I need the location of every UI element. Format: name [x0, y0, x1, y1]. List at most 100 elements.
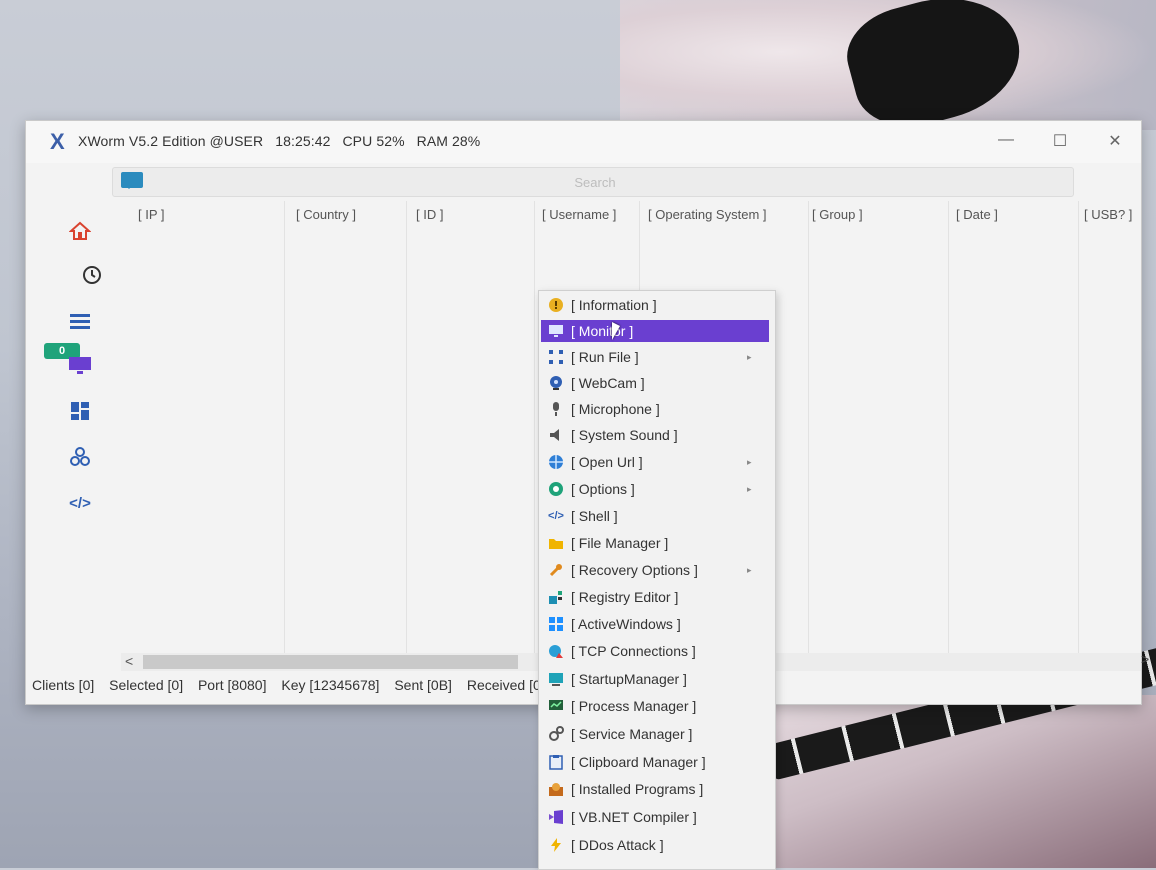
menu-label: [ StartupManager ]	[571, 671, 687, 687]
menu-item-information[interactable]: [ Information ]	[541, 294, 769, 316]
context-menu: [ Information ] [ Monitor ] [ Run File ]…	[538, 290, 776, 870]
menu-item-installed-programs[interactable]: [ Installed Programs ]	[541, 778, 769, 800]
menu-item-active-windows[interactable]: [ ActiveWindows ]	[541, 613, 769, 635]
installer-icon	[548, 781, 564, 797]
lightning-icon	[548, 837, 564, 853]
menu-label: [ File Manager ]	[571, 535, 669, 551]
dashboard-icon[interactable]	[64, 401, 96, 427]
menu-label: [ Installed Programs ]	[571, 781, 704, 797]
menu-label: [ Options ]	[571, 481, 635, 497]
menu-item-tcp-connections[interactable]: [ TCP Connections ]	[541, 640, 769, 662]
chat-icon[interactable]	[121, 172, 143, 189]
submenu-arrow-icon: ▸	[747, 352, 752, 362]
menu-label: [ Open Url ]	[571, 454, 643, 470]
app-logo-icon: X	[50, 129, 65, 154]
minimize-button[interactable]: —	[994, 131, 1018, 149]
submenu-arrow-icon: ▸	[747, 457, 752, 467]
webcam-icon	[548, 375, 564, 391]
menu-item-clipboard-manager[interactable]: [ Clipboard Manager ]	[541, 751, 769, 773]
process-icon	[548, 698, 564, 714]
sidebar: 0 </>	[26, 201, 126, 661]
home-icon[interactable]	[64, 221, 96, 247]
app-title: XWorm V5.2 Edition @USER	[78, 133, 264, 149]
folder-icon	[548, 535, 564, 551]
scrollbar-thumb[interactable]	[143, 655, 518, 669]
window-title: XWorm V5.2 Edition @USER 18:25:42 CPU 52…	[78, 133, 480, 149]
status-key: Key [12345678]	[281, 677, 380, 693]
menu-label: [ Shell ]	[571, 508, 618, 524]
column-divider	[808, 201, 809, 653]
network-icon[interactable]	[64, 446, 96, 472]
menu-item-service-manager[interactable]: [ Service Manager ]	[541, 723, 769, 745]
menu-item-startup-manager[interactable]: [ StartupManager ]	[541, 668, 769, 690]
windows-icon	[548, 616, 564, 632]
column-header-group[interactable]: [ Group ]	[812, 207, 863, 222]
column-divider	[284, 201, 285, 653]
history-icon[interactable]	[76, 264, 108, 290]
close-button[interactable]: ✕	[1103, 131, 1127, 151]
menu-item-webcam[interactable]: [ WebCam ]	[541, 372, 769, 394]
column-divider	[406, 201, 407, 653]
wrench-icon	[548, 562, 564, 578]
menu-item-system-sound[interactable]: [ System Sound ]	[541, 424, 769, 446]
column-divider	[1078, 201, 1079, 653]
scroll-right-icon[interactable]: >	[1141, 651, 1149, 667]
menu-item-microphone[interactable]: [ Microphone ]	[541, 398, 769, 420]
column-header-id[interactable]: [ ID ]	[416, 207, 443, 222]
column-header-os[interactable]: [ Operating System ]	[648, 207, 767, 222]
menu-label: [ WebCam ]	[571, 375, 645, 391]
globe-icon	[548, 454, 564, 470]
options-icon	[548, 481, 564, 497]
menu-item-options[interactable]: [ Options ] ▸	[541, 478, 769, 500]
menu-item-monitor[interactable]: [ Monitor ]	[541, 320, 769, 342]
column-header-ip[interactable]: [ IP ]	[138, 207, 165, 222]
status-port: Port [8080]	[197, 677, 267, 693]
column-header-username[interactable]: [ Username ]	[542, 207, 616, 222]
title-bar[interactable]: X XWorm V5.2 Edition @USER 18:25:42 CPU …	[26, 121, 1141, 163]
menu-item-run-file[interactable]: [ Run File ] ▸	[541, 346, 769, 368]
compiler-icon	[548, 809, 564, 825]
microphone-icon	[548, 401, 564, 417]
menu-item-ddos-attack[interactable]: [ DDos Attack ]	[541, 834, 769, 856]
menu-item-vbnet-compiler[interactable]: [ VB.NET Compiler ]	[541, 806, 769, 828]
registry-icon	[548, 589, 564, 605]
menu-label: [ System Sound ]	[571, 427, 678, 443]
list-icon[interactable]	[64, 311, 96, 337]
cpu-usage: CPU 52%	[342, 133, 405, 149]
submenu-arrow-icon: ▸	[747, 484, 752, 494]
ram-usage: RAM 28%	[416, 133, 481, 149]
search-input[interactable]	[153, 171, 1037, 193]
menu-label: [ Recovery Options ]	[571, 562, 698, 578]
startup-icon	[548, 671, 564, 687]
menu-label: [ Process Manager ]	[571, 698, 697, 714]
menu-item-registry-editor[interactable]: [ Registry Editor ]	[541, 586, 769, 608]
mouse-cursor-icon	[612, 322, 620, 340]
menu-label: [ Service Manager ]	[571, 726, 693, 742]
clock: 18:25:42	[275, 133, 331, 149]
column-header-usb[interactable]: [ USB? ]	[1084, 207, 1132, 222]
menu-item-process-manager[interactable]: [ Process Manager ]	[541, 695, 769, 717]
menu-label: [ DDos Attack ]	[571, 837, 664, 853]
column-divider	[948, 201, 949, 653]
menu-label: [ VB.NET Compiler ]	[571, 809, 697, 825]
menu-label: [ Information ]	[571, 297, 657, 313]
search-bar	[112, 167, 1074, 197]
monitor-icon[interactable]	[64, 356, 96, 382]
column-header-date[interactable]: [ Date ]	[956, 207, 998, 222]
code-icon[interactable]: </>	[64, 491, 96, 517]
column-header-country[interactable]: [ Country ]	[296, 207, 356, 222]
scroll-left-icon[interactable]: <	[125, 653, 133, 669]
clipboard-icon	[548, 754, 564, 770]
menu-item-open-url[interactable]: [ Open Url ] ▸	[541, 451, 769, 473]
menu-item-recovery-options[interactable]: [ Recovery Options ] ▸	[541, 559, 769, 581]
maximize-button[interactable]: ☐	[1048, 131, 1072, 151]
column-divider	[534, 201, 535, 653]
menu-label: [ Run File ]	[571, 349, 639, 365]
menu-item-shell[interactable]: </> [ Shell ]	[541, 505, 769, 527]
info-icon	[548, 297, 564, 313]
shell-icon: </>	[548, 510, 564, 522]
menu-item-file-manager[interactable]: [ File Manager ]	[541, 532, 769, 554]
menu-label: [ Monitor ]	[571, 323, 634, 339]
run-file-icon	[548, 349, 564, 365]
monitor-icon	[548, 323, 564, 339]
